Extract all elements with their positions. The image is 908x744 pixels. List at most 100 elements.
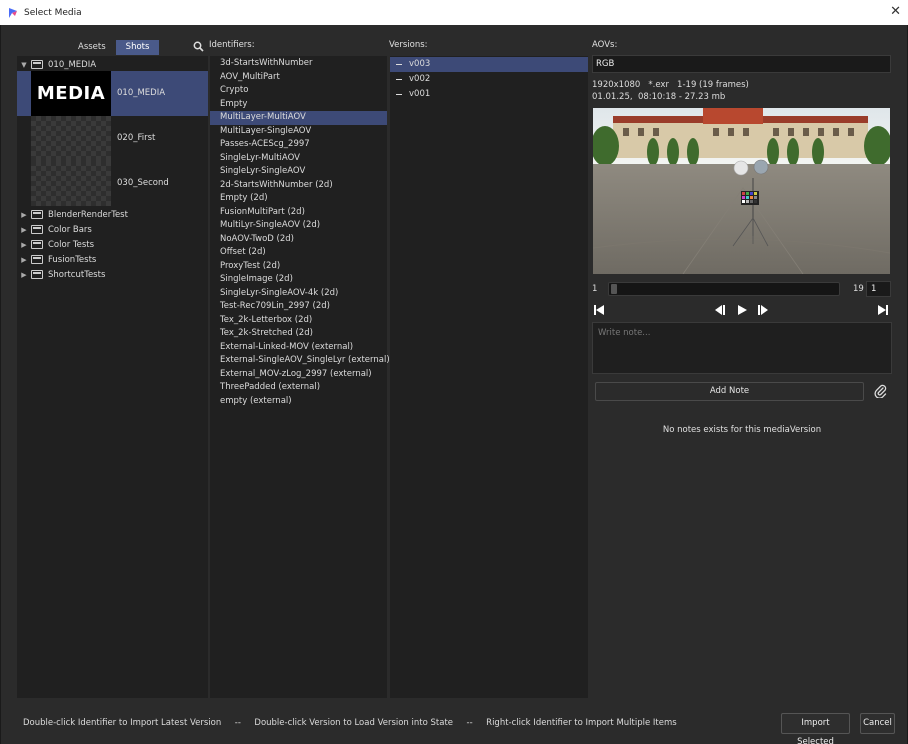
tree-item-label: BlenderRenderTest	[48, 209, 128, 220]
frame-end: 19	[853, 284, 864, 294]
tree-item-folder[interactable]: ▶ Color Tests	[17, 237, 208, 252]
timeline-scrubber[interactable]	[608, 282, 840, 296]
sequence-icon	[31, 210, 43, 219]
identifier-item[interactable]: Offset (2d)	[210, 246, 387, 260]
shot-thumbnail-placeholder	[31, 161, 111, 206]
version-item[interactable]: v002	[390, 72, 588, 87]
add-note-button[interactable]: Add Note	[595, 382, 864, 401]
identifier-item[interactable]: Crypto	[210, 84, 387, 98]
tree-item-folder[interactable]: ▶ FusionTests	[17, 252, 208, 267]
version-dash-icon	[396, 93, 402, 96]
expand-arrow-icon[interactable]: ▶	[19, 271, 29, 279]
expand-arrow-icon[interactable]: ▼	[19, 61, 29, 69]
skip-to-start-icon[interactable]	[593, 304, 605, 316]
identifier-item[interactable]: SingleImage (2d)	[210, 273, 387, 287]
identifier-item[interactable]: External-Linked-MOV (external)	[210, 341, 387, 355]
identifier-item[interactable]: ProxyTest (2d)	[210, 260, 387, 274]
identifier-item[interactable]: SingleLyr-SingleAOV	[210, 165, 387, 179]
identifier-item[interactable]: 3d-StartsWithNumber	[210, 57, 387, 71]
shot-label: 030_Second	[117, 178, 169, 188]
aov-selector[interactable]: RGB	[592, 55, 891, 73]
tree-item-folder[interactable]: ▶ BlenderRenderTest	[17, 207, 208, 222]
identifier-item[interactable]: MultiLayer-MultiAOV	[210, 111, 387, 125]
sequence-icon	[31, 255, 43, 264]
usage-hint: Double-click Identifier to Import Latest…	[23, 718, 677, 728]
identifier-item[interactable]: AOV_MultiPart	[210, 71, 387, 85]
step-forward-icon[interactable]	[757, 304, 769, 316]
shot-item[interactable]: 030_Second	[17, 161, 208, 206]
tree-item-root[interactable]: ▼ 010_MEDIA	[17, 57, 208, 72]
version-label: v003	[409, 59, 431, 69]
app-logo-icon	[9, 7, 17, 18]
identifier-item[interactable]: Empty	[210, 98, 387, 112]
version-item[interactable]: v001	[390, 87, 588, 102]
tree-item-label: FusionTests	[48, 254, 97, 265]
sequence-icon	[31, 225, 43, 234]
shot-thumbnail: MEDIA	[31, 71, 111, 116]
shot-item[interactable]: 020_First	[17, 116, 208, 161]
sequence-icon	[31, 270, 43, 279]
identifier-item[interactable]: Test-Rec709Lin_2997 (2d)	[210, 300, 387, 314]
play-icon[interactable]	[736, 304, 748, 316]
media-info: 1920x1080 *.exr 1-19 (19 frames)	[592, 80, 749, 90]
identifier-item[interactable]: FusionMultiPart (2d)	[210, 206, 387, 220]
dialog-body: Assets Shots ▼ 010_MEDIA MEDIA 010_MEDIA…	[0, 25, 908, 744]
window-title: Select Media	[24, 7, 82, 18]
versions-header: Versions:	[389, 40, 428, 50]
identifier-item[interactable]: ThreePadded (external)	[210, 381, 387, 395]
asset-shot-tabs: Assets Shots	[68, 40, 160, 55]
skip-to-end-icon[interactable]	[877, 304, 889, 316]
shot-label: 010_MEDIA	[117, 88, 166, 98]
tree-item-label: 010_MEDIA	[48, 59, 97, 70]
media-date: 01.01.25, 08:10:18 - 27.23 mb	[592, 92, 726, 102]
tab-assets[interactable]: Assets	[68, 40, 116, 55]
identifier-item[interactable]: SingleLyr-SingleAOV-4k (2d)	[210, 287, 387, 301]
tab-shots[interactable]: Shots	[115, 40, 160, 55]
shot-label: 020_First	[117, 133, 156, 143]
identifier-item[interactable]: 2d-StartsWithNumber (2d)	[210, 179, 387, 193]
identifier-item[interactable]: Passes-ACEScg_2997	[210, 138, 387, 152]
identifier-item[interactable]: Tex_2k-Stretched (2d)	[210, 327, 387, 341]
identifier-item[interactable]: NoAOV-TwoD (2d)	[210, 233, 387, 247]
paperclip-icon[interactable]	[874, 384, 887, 398]
import-selected-button[interactable]: Import Selected	[781, 713, 850, 744]
version-item[interactable]: v003	[390, 57, 588, 72]
identifiers-header: Identifiers:	[209, 40, 255, 50]
aovs-header: AOVs:	[592, 40, 618, 50]
version-dash-icon	[396, 63, 402, 66]
tree-item-folder[interactable]: ▶ Color Bars	[17, 222, 208, 237]
identifier-item[interactable]: Empty (2d)	[210, 192, 387, 206]
identifier-item[interactable]: empty (external)	[210, 395, 387, 409]
identifier-item[interactable]: MultiLayer-SingleAOV	[210, 125, 387, 139]
media-preview-image	[593, 108, 890, 274]
shot-tree-panel: ▼ 010_MEDIA MEDIA 010_MEDIA 020_First 03…	[17, 56, 208, 698]
search-icon[interactable]	[193, 41, 204, 52]
version-label: v002	[409, 74, 431, 84]
identifier-item[interactable]: MultiLyr-SingleAOV (2d)	[210, 219, 387, 233]
shot-item[interactable]: MEDIA 010_MEDIA	[17, 71, 208, 116]
current-frame-input[interactable]: 1	[866, 281, 891, 297]
scrubber-handle[interactable]	[611, 284, 617, 294]
tree-item-label: Color Bars	[48, 224, 92, 235]
step-back-icon[interactable]	[714, 304, 726, 316]
note-input[interactable]: Write note...	[592, 322, 892, 374]
identifiers-list: 3d-StartsWithNumber AOV_MultiPart Crypto Em…	[210, 56, 390, 698]
sequence-icon	[31, 240, 43, 249]
close-icon[interactable]: ✕	[890, 4, 901, 19]
identifier-item[interactable]: External-SingleAOV_SingleLyr (external)	[210, 354, 390, 368]
tree-item-folder[interactable]: ▶ ShortcutTests	[17, 267, 208, 282]
versions-list: v003 v002 v001	[390, 56, 588, 698]
no-notes-message: No notes exists for this mediaVersion	[662, 425, 822, 435]
identifier-item[interactable]: Tex_2k-Letterbox (2d)	[210, 314, 387, 328]
version-label: v001	[409, 89, 431, 99]
expand-arrow-icon[interactable]: ▶	[19, 226, 29, 234]
identifier-item[interactable]: External_MOV-zLog_2997 (external)	[210, 368, 387, 382]
expand-arrow-icon[interactable]: ▶	[19, 256, 29, 264]
expand-arrow-icon[interactable]: ▶	[19, 211, 29, 219]
identifier-item[interactable]: SingleLyr-MultiAOV	[210, 152, 387, 166]
expand-arrow-icon[interactable]: ▶	[19, 241, 29, 249]
tree-item-label: ShortcutTests	[48, 269, 106, 280]
cancel-button[interactable]: Cancel	[860, 713, 895, 734]
frame-start: 1	[592, 284, 598, 294]
shot-thumbnail-placeholder	[31, 116, 111, 161]
